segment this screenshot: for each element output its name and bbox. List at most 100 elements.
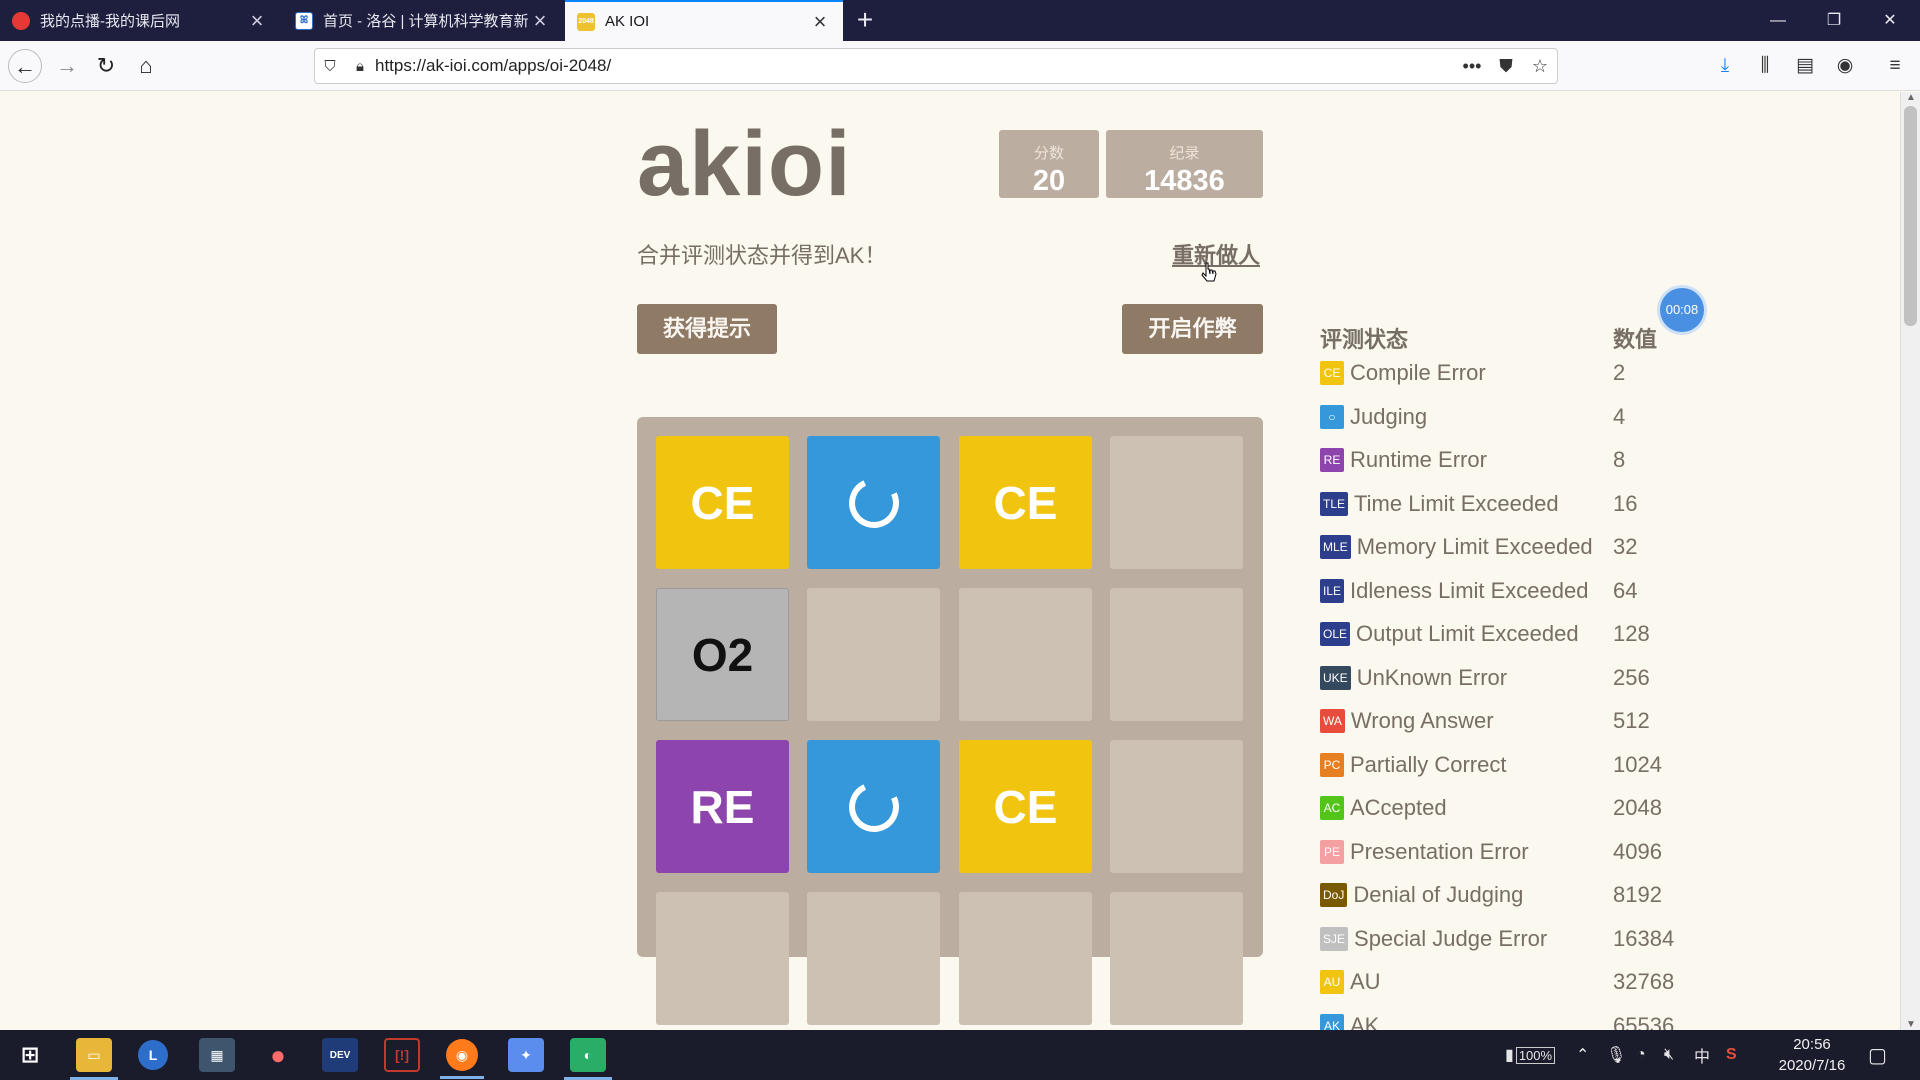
status-value: 256 (1613, 664, 1650, 690)
status-name: AU (1350, 969, 1381, 994)
back-button[interactable]: ← (8, 49, 42, 83)
scroll-thumb[interactable] (1904, 106, 1917, 326)
status-badge-icon: AC (1320, 796, 1344, 820)
pocket-icon[interactable]: ⛊ (1489, 56, 1523, 77)
sidebar-icon[interactable]: ▤ (1788, 49, 1822, 83)
tile-ce: CE (959, 740, 1092, 873)
legend-row: WA Wrong Answer (1320, 706, 1494, 736)
status-badge-icon: WA (1320, 709, 1345, 733)
system-clock[interactable]: 20:56 2020/7/16 (1757, 1034, 1867, 1076)
status-name: Special Judge Error (1354, 925, 1548, 951)
tab-wodedianbo[interactable]: 我的点播-我的课后网 × (0, 0, 280, 41)
tab-ak-ioi[interactable]: 2048 AK IOI × (565, 0, 843, 41)
close-tab-icon[interactable]: × (246, 9, 268, 32)
microphone-icon[interactable]: 🎙︎ (1606, 1030, 1626, 1080)
best-score-box: 纪录 14836 (1106, 130, 1263, 198)
status-value: 2 (1613, 360, 1626, 385)
firefox-icon[interactable]: ◉ (440, 1039, 484, 1079)
more-actions-icon[interactable]: ••• (1455, 56, 1489, 77)
page-content: akioi 分数 20 纪录 14836 合并评测状态并得到AK！ 重新做人 获… (0, 92, 1900, 1030)
tile-judging (807, 740, 940, 873)
status-badge-icon: AK (1320, 1013, 1344, 1030)
wifi-icon[interactable]: ◔ (1636, 1030, 1646, 1080)
lark-app-icon[interactable]: ✦ (508, 1038, 544, 1072)
tab-title: AK IOI (605, 13, 650, 30)
timer-badge: 00:08 (1660, 288, 1704, 332)
color-drop-app-icon[interactable]: ● (260, 1038, 296, 1072)
new-tab-button[interactable]: + (850, 6, 880, 36)
tile-empty (656, 892, 789, 1025)
legend-row: ILE Idleness Limit Exceeded (1320, 576, 1588, 606)
status-name: Output Limit Exceeded (1356, 621, 1579, 646)
status-value: 32 (1613, 534, 1638, 559)
game-board[interactable]: CE CE O2 RE CE (637, 417, 1263, 1025)
navigation-bar: ← → ↻ ⌂ ⛉ 🔒︎ ••• ⛊ ☆ ⤓ ⫼ ▤ ◉ ≡ (0, 41, 1920, 91)
dev-cpp-icon[interactable]: DEV (322, 1038, 358, 1072)
scroll-up-icon[interactable]: ▲ (1901, 92, 1920, 103)
reload-button[interactable]: ↻ (89, 49, 123, 83)
bookmark-star-icon[interactable]: ☆ (1523, 56, 1557, 77)
tile-empty (1110, 588, 1243, 721)
tile-empty (1110, 892, 1243, 1025)
scroll-down-icon[interactable]: ▼ (1901, 1019, 1920, 1030)
score-label: 分数 (1033, 145, 1064, 162)
menu-icon[interactable]: ≡ (1878, 49, 1912, 83)
forward-button[interactable]: → (50, 49, 84, 83)
status-value: 64 (1613, 577, 1638, 603)
sogou-input-icon[interactable]: S (1726, 1030, 1737, 1080)
status-value: 128 (1613, 621, 1650, 646)
close-window-button[interactable]: ✕ (1862, 0, 1918, 41)
minimize-button[interactable]: — (1750, 0, 1806, 41)
cheat-button[interactable]: 开启作弊 (1122, 304, 1263, 354)
ime-indicator[interactable]: 中 (1694, 1030, 1710, 1080)
restore-button[interactable]: ❐ (1806, 0, 1862, 41)
home-button[interactable]: ⌂ (129, 49, 163, 83)
tile-ce: CE (959, 436, 1092, 569)
hint-button[interactable]: 获得提示 (637, 304, 777, 354)
status-value: 32768 (1613, 969, 1675, 994)
status-badge-icon: MLE (1320, 535, 1351, 559)
red-app-icon[interactable]: [!] (384, 1038, 420, 1072)
status-value: 65536 (1613, 1012, 1675, 1031)
library-icon[interactable]: ⫼ (1748, 49, 1782, 83)
close-tab-icon[interactable]: × (809, 10, 831, 33)
file-explorer-icon[interactable]: ▭ (70, 1038, 118, 1080)
lanxin-app-icon[interactable]: L (138, 1040, 168, 1070)
score-box: 分数 20 (999, 130, 1099, 198)
legend-row: AK AK (1320, 1011, 1380, 1031)
spinner-icon (841, 774, 906, 839)
status-badge-icon: RE (1320, 448, 1344, 472)
arrow-left-icon: ← (14, 54, 36, 79)
status-value: 4 (1613, 403, 1626, 429)
tray-expand-icon[interactable]: ⌃ (1576, 1030, 1589, 1080)
lock-icon[interactable]: 🔒︎ (345, 58, 375, 75)
status-name: ACcepted (1350, 795, 1447, 820)
url-input[interactable] (375, 56, 1455, 76)
arrow-right-icon: → (56, 53, 78, 78)
status-badge-icon: ○ (1320, 404, 1344, 429)
wechat-icon[interactable]: ◐ (564, 1038, 612, 1080)
battery-indicator[interactable]: ▮ 100% (1505, 1030, 1556, 1080)
page-scrollbar[interactable]: ▲ ▼ (1900, 92, 1920, 1030)
tile-empty (959, 588, 1092, 721)
status-name: AK (1350, 1012, 1380, 1031)
spinner-icon (841, 470, 906, 535)
legend-row: PE Presentation Error (1320, 837, 1529, 867)
status-name: Compile Error (1350, 360, 1486, 385)
account-icon[interactable]: ◉ (1828, 49, 1862, 83)
legend-row: TLE Time Limit Exceeded (1320, 489, 1559, 519)
url-bar[interactable]: ⛉ 🔒︎ ••• ⛊ ☆ (314, 48, 1558, 84)
reload-icon: ↻ (96, 53, 116, 78)
close-tab-icon[interactable]: × (529, 9, 551, 32)
calculator-icon[interactable]: ▦ (199, 1038, 235, 1072)
tab-luogu[interactable]: ꕤ 首页 - 洛谷 | 计算机科学教育新 × (283, 0, 563, 41)
notification-icon[interactable]: ▢ (1868, 1030, 1887, 1080)
shield-icon[interactable]: ⛉ (315, 58, 345, 75)
status-badge-icon: UKE (1320, 665, 1351, 690)
status-name: Idleness Limit Exceeded (1350, 577, 1589, 603)
downloads-icon[interactable]: ⤓ (1708, 49, 1742, 83)
legend-row: RE Runtime Error (1320, 445, 1487, 475)
legend-row: MLE Memory Limit Exceeded (1320, 532, 1593, 562)
start-windows-icon[interactable]: ⊞ (12, 1038, 48, 1072)
volume-mute-icon[interactable]: 🔇︎ (1664, 1030, 1674, 1080)
